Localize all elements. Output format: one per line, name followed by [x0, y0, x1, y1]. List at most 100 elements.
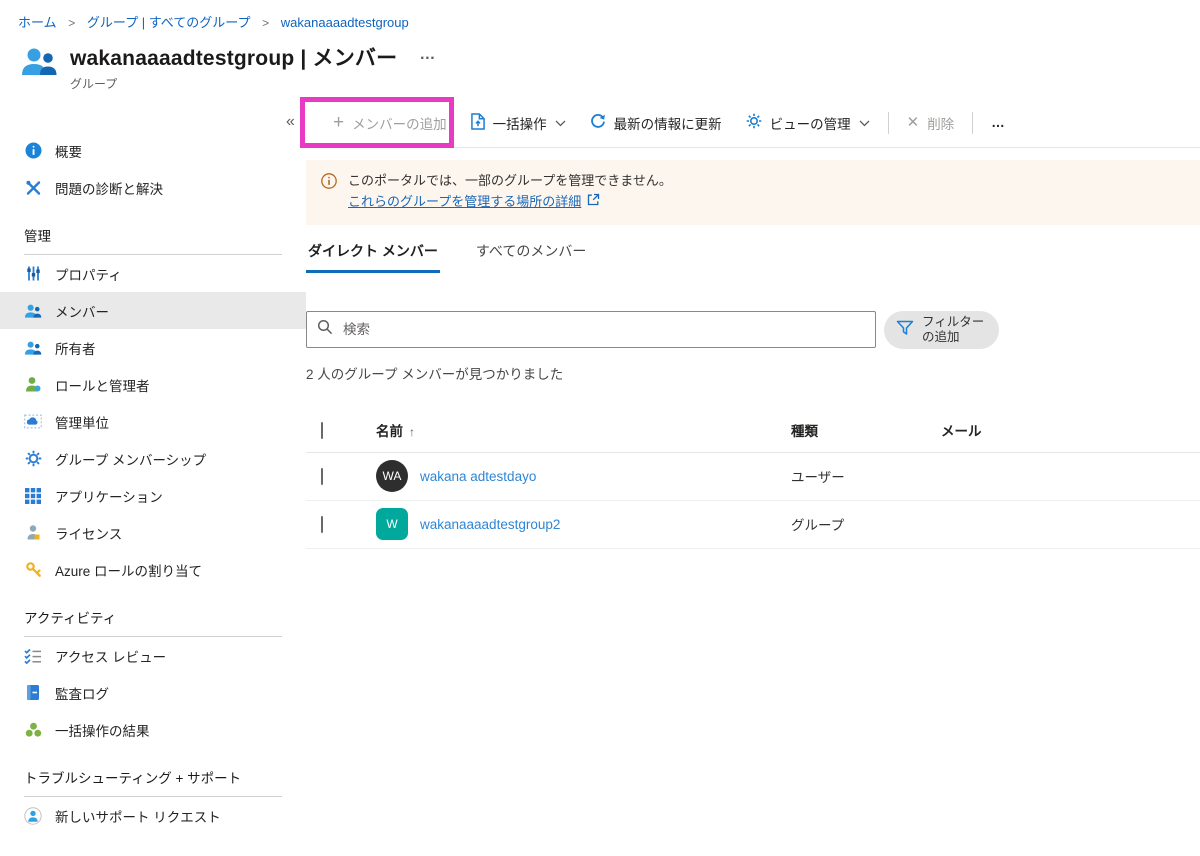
sidebar-item-licenses[interactable]: ライセンス [0, 514, 306, 551]
plus-icon: + [333, 112, 345, 133]
column-header-email[interactable]: メール [941, 420, 1200, 440]
sidebar-item-roles-admins[interactable]: ロールと管理者 [0, 366, 306, 403]
header-more-button[interactable]: … [419, 46, 436, 64]
member-tabs: ダイレクト メンバー すべてのメンバー [306, 241, 1200, 273]
search-icon [317, 319, 333, 340]
gear-icon [24, 450, 42, 468]
filter-icon [896, 320, 914, 339]
delete-label: 削除 [927, 116, 955, 132]
add-filter-label: フィルターの追加 [922, 314, 985, 344]
grid-icon [24, 487, 42, 505]
toolbar-more-button[interactable]: … [979, 98, 1018, 147]
license-person-icon [24, 524, 42, 542]
bulk-operations-label: 一括操作 [492, 116, 547, 132]
sidebar-item-label: 新しいサポート リクエスト [55, 809, 221, 825]
sidebar-item-label: Azure ロールの割り当て [55, 563, 203, 579]
sidebar-item-owners[interactable]: 所有者 [0, 329, 306, 366]
sidebar-section-troubleshooting: トラブルシューティング + サポート [24, 756, 282, 797]
document-arrow-icon [470, 112, 485, 133]
members-table: 名前 ↑ 種類 メール WA wakana adtestdayo ユーザー W w… [306, 409, 1200, 549]
sidebar-item-members[interactable]: メンバー [0, 292, 306, 329]
info-icon [321, 173, 337, 213]
add-member-button[interactable]: + メンバーの追加 [321, 98, 459, 147]
sidebar-item-azure-roles[interactable]: Azure ロールの割り当て [0, 551, 306, 588]
add-filter-button[interactable]: フィルターの追加 [884, 310, 999, 349]
column-header-type[interactable]: 種類 [791, 420, 941, 440]
chevron-down-icon [859, 115, 870, 130]
toolbar-divider [972, 111, 974, 134]
member-name-link[interactable]: wakanaaaadtestgroup2 [420, 517, 560, 532]
row-checkbox[interactable] [321, 467, 323, 485]
avatar: WA [376, 460, 408, 493]
page-header: wakanaaaadtestgroup | メンバー グループ … [0, 30, 1200, 98]
page-title: wakanaaaadtestgroup | メンバー [70, 47, 398, 70]
close-icon: ✕ [906, 114, 920, 131]
sidebar-item-admin-units[interactable]: 管理単位 [0, 403, 306, 440]
sidebar-item-label: プロパティ [55, 267, 122, 283]
breadcrumb-home[interactable]: ホーム [18, 15, 57, 30]
sidebar-item-label: 監査ログ [55, 686, 109, 702]
tab-all-members[interactable]: すべてのメンバー [474, 241, 588, 273]
sidebar-item-label: 問題の診断と解決 [55, 181, 163, 197]
manage-view-button[interactable]: ビューの管理 [734, 98, 882, 147]
table-row: W wakanaaaadtestgroup2 グループ [306, 501, 1200, 549]
sidebar-section-activity: アクティビティ [24, 596, 282, 637]
sidebar-item-label: メンバー [55, 304, 109, 320]
sidebar-item-overview[interactable]: 概要 [0, 132, 306, 169]
table-header-row: 名前 ↑ 種類 メール [306, 409, 1200, 453]
sidebar-item-label: 所有者 [55, 341, 96, 357]
breadcrumb-separator: > [68, 16, 76, 30]
add-member-label: メンバーの追加 [352, 116, 447, 132]
content-pane: « + メンバーの追加 一括操作 最新の情報に更新 ビューの管理 ✕ 削除 … … [286, 97, 1200, 834]
members-icon [24, 302, 42, 320]
sidebar-item-label: 一括操作の結果 [55, 723, 150, 739]
sort-ascending-icon: ↑ [409, 425, 415, 440]
sidebar-item-access-reviews[interactable]: アクセス レビュー [0, 637, 306, 674]
breadcrumb-groups[interactable]: グループ | すべてのグループ [87, 15, 251, 30]
banner-message: このポータルでは、一部のグループを管理できません。 [348, 173, 672, 188]
member-type: グループ [791, 518, 845, 534]
row-checkbox[interactable] [321, 515, 323, 533]
sidebar-item-label: 管理単位 [55, 415, 109, 431]
manage-view-label: ビューの管理 [769, 116, 851, 132]
gear-icon [746, 113, 762, 132]
sidebar-item-label: 概要 [55, 144, 82, 160]
tab-direct-members[interactable]: ダイレクト メンバー [306, 241, 440, 273]
member-name-link[interactable]: wakana adtestdayo [420, 469, 536, 484]
sidebar-item-new-support-request[interactable]: 新しいサポート リクエスト [0, 797, 306, 834]
key-icon [24, 561, 42, 579]
search-box [306, 310, 876, 348]
banner-link[interactable]: これらのグループを管理する場所の詳細 [348, 192, 600, 213]
toolbar-divider [887, 111, 889, 134]
refresh-button[interactable]: 最新の情報に更新 [578, 98, 734, 147]
breadcrumb-group-name[interactable]: wakanaaaadtestgroup [281, 15, 409, 30]
sidebar-item-properties[interactable]: プロパティ [0, 255, 306, 292]
search-input[interactable] [343, 321, 865, 337]
sidebar-item-group-membership[interactable]: グループ メンバーシップ [0, 440, 306, 477]
sidebar-collapse-button[interactable]: « [286, 113, 295, 131]
book-icon [24, 684, 42, 702]
refresh-icon [590, 113, 606, 132]
table-row: WA wakana adtestdayo ユーザー [306, 453, 1200, 501]
breadcrumb: ホーム > グループ | すべてのグループ > wakanaaaadtestgr… [0, 0, 1200, 30]
info-banner: このポータルでは、一部のグループを管理できません。 これらのグループを管理する場… [306, 160, 1200, 225]
delete-button[interactable]: ✕ 削除 [895, 98, 967, 147]
sidebar-item-bulk-results[interactable]: 一括操作の結果 [0, 711, 306, 748]
sidebar-section-manage: 管理 [24, 214, 282, 255]
page-subtitle: グループ [70, 77, 118, 91]
select-all-checkbox[interactable] [321, 421, 323, 439]
sidebar-item-label: ライセンス [55, 526, 123, 542]
tools-icon [24, 179, 42, 197]
sidebar-item-applications[interactable]: アプリケーション [0, 477, 306, 514]
banner-link-label: これらのグループを管理する場所の詳細 [348, 193, 582, 209]
sidebar-item-label: ロールと管理者 [55, 378, 150, 394]
external-link-icon [587, 192, 600, 213]
chevron-down-icon [555, 115, 566, 130]
breadcrumb-separator: > [262, 16, 270, 30]
sidebar-item-audit-logs[interactable]: 監査ログ [0, 674, 306, 711]
cloud-icon [24, 413, 42, 431]
sidebar-item-diagnose[interactable]: 問題の診断と解決 [0, 169, 306, 206]
bulk-operations-button[interactable]: 一括操作 [459, 98, 578, 147]
checklist-icon [24, 647, 42, 665]
column-header-name[interactable]: 名前 ↑ [376, 420, 791, 440]
